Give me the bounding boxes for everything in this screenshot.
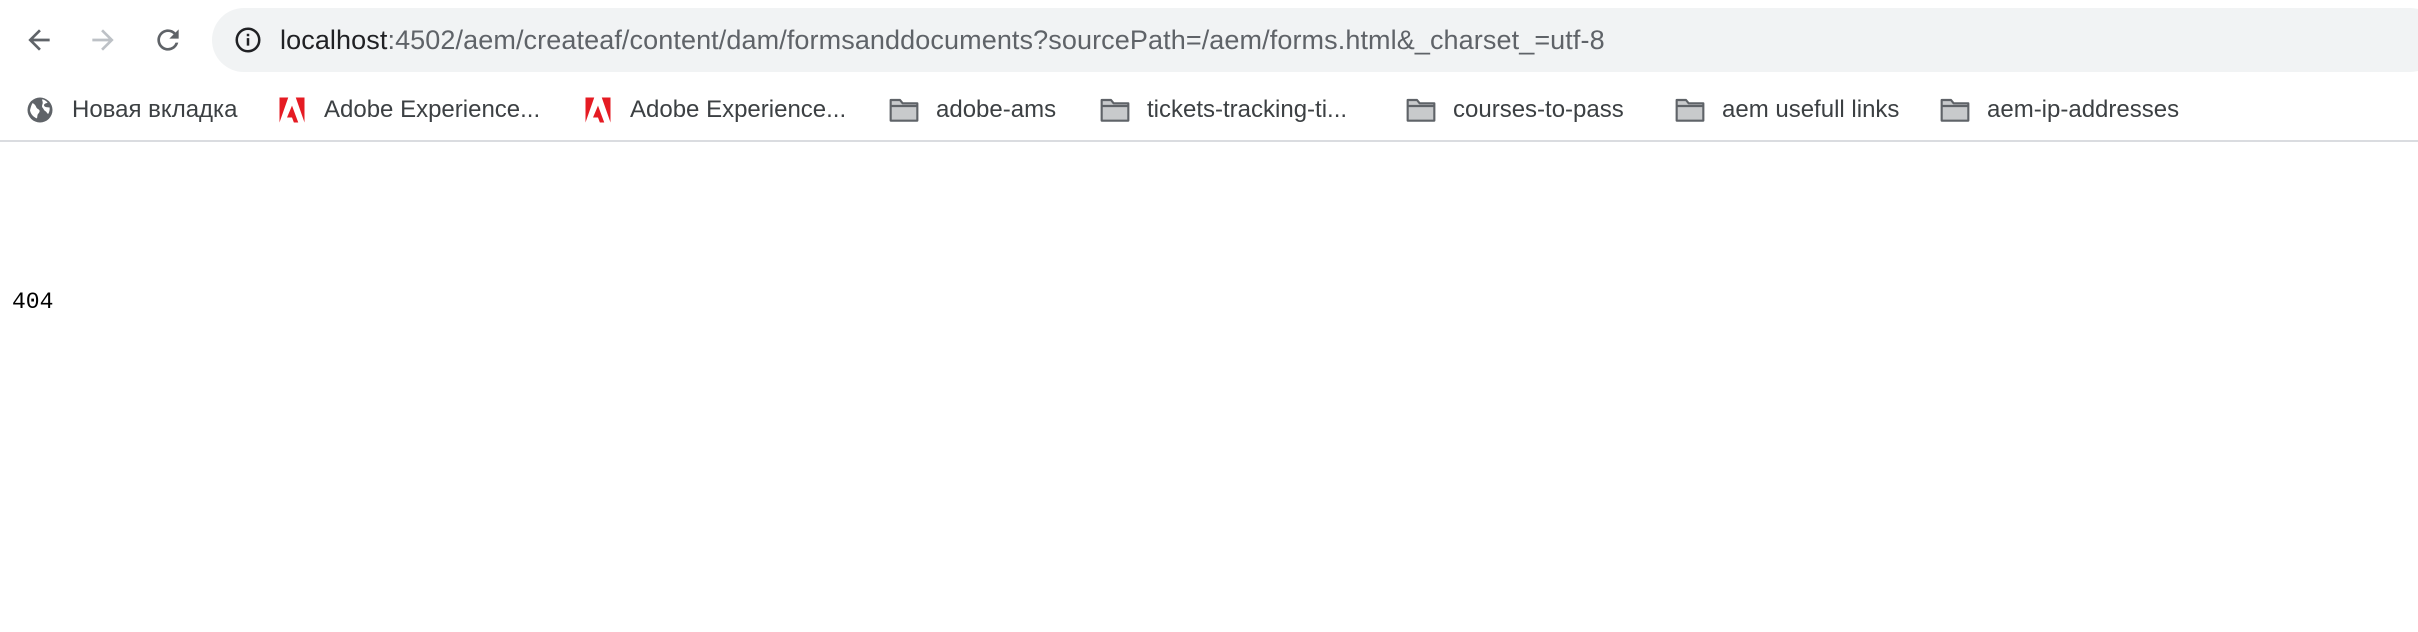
bookmark-folder-courses-to-pass[interactable]: courses-to-pass (1395, 86, 1634, 134)
bookmark-label: aem-ip-addresses (1987, 96, 2180, 123)
folder-icon (1405, 94, 1437, 126)
address-bar[interactable]: localhost:4502/aem/createaf/content/dam/… (212, 8, 2418, 72)
browser-toolbar: localhost:4502/aem/createaf/content/dam/… (0, 0, 2418, 80)
url-path: :4502/aem/createaf/content/dam/formsandd… (387, 25, 1605, 55)
folder-icon (1674, 94, 1706, 126)
reload-icon (157, 29, 179, 51)
bookmark-label: aem usefull links (1722, 96, 1900, 123)
back-arrow-icon (28, 29, 50, 51)
globe-icon (24, 94, 56, 126)
url-text[interactable]: localhost:4502/aem/createaf/content/dam/… (280, 8, 1605, 72)
site-info-button[interactable] (230, 22, 266, 58)
bookmark-adobe-experience-2[interactable]: Adobe Experience... (572, 86, 856, 134)
bookmark-adobe-experience-1[interactable]: Adobe Experience... (266, 86, 550, 134)
folder-icon (1939, 94, 1971, 126)
bookmark-label: tickets-tracking-ti... (1147, 96, 1348, 123)
bookmark-label: Adobe Experience... (630, 96, 847, 123)
bookmark-new-tab[interactable]: Новая вкладка (14, 86, 247, 134)
error-status-text: 404 (12, 289, 54, 315)
folder-icon (888, 94, 920, 126)
forward-arrow-icon (92, 29, 114, 51)
forward-button[interactable] (77, 14, 129, 66)
adobe-logo-icon (276, 94, 308, 126)
info-icon (235, 27, 261, 53)
bookmark-label: Adobe Experience... (324, 96, 541, 123)
bookmarks-bar: Новая вкладка Adobe Experience... Adobe … (0, 80, 2418, 142)
bookmark-folder-adobe-ams[interactable]: adobe-ams (878, 86, 1066, 134)
bookmark-label: courses-to-pass (1453, 96, 1624, 123)
folder-icon (1099, 94, 1131, 126)
reload-button[interactable] (142, 14, 194, 66)
adobe-logo-icon (582, 94, 614, 126)
back-button[interactable] (13, 14, 65, 66)
bookmark-folder-aem-usefull-links[interactable]: aem usefull links (1664, 86, 1909, 134)
bookmark-label: adobe-ams (936, 96, 1057, 123)
bookmark-folder-tickets-tracking[interactable]: tickets-tracking-ti... (1089, 86, 1357, 134)
bookmark-label: Новая вкладка (72, 96, 238, 123)
url-host: localhost (280, 25, 388, 55)
bookmark-folder-aem-ip-addresses[interactable]: aem-ip-addresses (1929, 86, 2189, 134)
